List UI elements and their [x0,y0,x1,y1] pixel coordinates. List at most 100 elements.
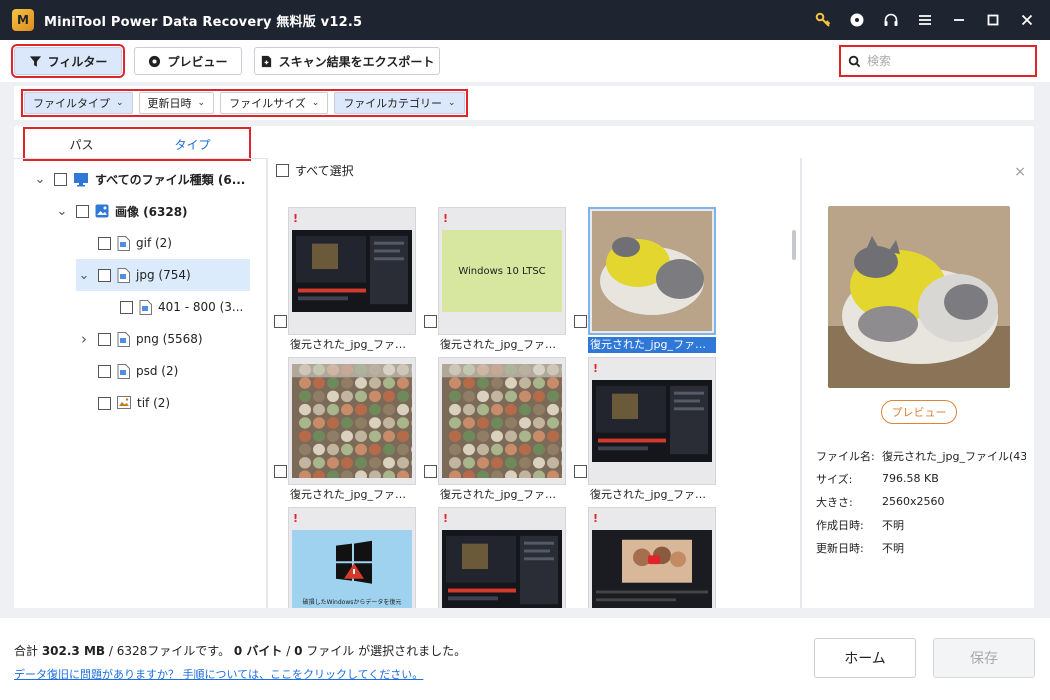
thumbnail-frame[interactable]: ! [288,207,416,335]
thumbnail-item[interactable]: ! 復元された_jpg_ファイル [574,357,724,507]
maximize-icon[interactable] [978,5,1008,35]
thumbnail-frame[interactable]: ! [588,357,716,485]
chevron-right-icon[interactable]: › [76,330,92,348]
filter-dropdown-label: ファイルサイズ [229,97,306,110]
thumbnail-image: 破損したWindowsからデータを復元 [292,530,412,608]
thumbnail-frame[interactable]: ! 破損したWindowsからデータを復元 [288,507,416,608]
tree-item[interactable]: ⌄ 画像 (6328) [54,195,250,227]
total-files: / 6328ファイルです。 [105,644,234,658]
thumbnail-item[interactable]: ! [424,507,574,608]
file-info-row: サイズ: 796.58 KB [816,467,1026,490]
thumbnail-image [292,230,412,312]
tree-item[interactable]: ⌄ jpg (754) [76,259,250,291]
chevron-down-icon[interactable]: ⌄ [32,172,48,187]
file-icon [117,235,130,251]
filter-button[interactable]: フィルター [11,44,125,78]
tree-item-checkbox[interactable] [98,236,111,250]
tree-item-label: jpg (754) [136,268,191,282]
export-button-label: スキャン結果をエクスポート [278,54,435,69]
tree-item[interactable]: tif (2) [76,387,250,419]
scrollbar-thumb[interactable] [792,230,796,260]
file-info-row: 大きさ: 2560x2560 [816,490,1026,513]
thumbnail-item[interactable]: ! [574,507,724,608]
file-info-row: ファイル名: 復元された_jpg_ファイル(438 [816,444,1026,467]
close-icon[interactable] [1012,5,1042,35]
chevron-down-icon[interactable]: ⌄ [76,268,92,283]
thumbnail-item[interactable]: 復元された_jpg_ファイル [574,207,724,357]
tree-item[interactable]: psd (2) [76,355,250,387]
thumbnail-item[interactable]: ! 復元された_jpg_ファイル [424,357,574,507]
view-tabs: パス タイプ [23,127,251,161]
filter-dropdown[interactable]: ファイルカテゴリー ⌄ [334,92,465,114]
thumbnail-caption: 復元された_jpg_ファイル [590,488,716,501]
minimize-icon[interactable] [944,5,974,35]
close-preview-icon[interactable]: × [1014,164,1026,180]
home-button[interactable]: ホーム [814,638,916,678]
tree-item-checkbox[interactable] [98,268,111,282]
headset-icon[interactable] [876,5,906,35]
save-button[interactable]: 保存 [933,638,1035,678]
filter-row: ファイルタイプ ⌄ 更新日時 ⌄ ファイルサイズ ⌄ ファイルカテゴリー ⌄ [14,86,1034,120]
thumbnail-image [592,380,712,462]
chevron-down-icon: ⌄ [197,98,206,108]
filter-dropdown-label: ファイルタイプ [33,97,110,110]
thumbnail-caption: 復元された_jpg_ファイル [440,488,566,501]
tree-item-checkbox[interactable] [98,332,111,346]
thumbnail-frame[interactable]: ! [438,507,566,608]
tree-item[interactable]: ⌄ すべてのファイル種類 (6... [32,163,250,195]
search-box[interactable] [839,45,1037,77]
thumbnail-text: 破損したWindowsからデータを復元 [302,599,402,606]
key-icon[interactable] [808,5,838,35]
filter-dropdown[interactable]: ファイルタイプ ⌄ [24,92,133,114]
thumbnail-checkbox[interactable] [274,315,287,328]
menu-icon[interactable] [910,5,940,35]
filter-dropdown[interactable]: ファイルサイズ ⌄ [220,92,329,114]
details-preview-button[interactable]: プレビュー [881,400,957,424]
tree-item-checkbox[interactable] [98,396,111,410]
select-all[interactable]: すべて選択 [274,162,354,179]
help-link[interactable]: データ復旧に問題がありますか？ 手順については、ここをクリックしてください。 [14,666,423,682]
tree-item[interactable]: 401 - 800 (3... [98,291,250,323]
file-info-key: 大きさ: [816,495,853,509]
tree-item-checkbox[interactable] [76,204,89,218]
tree-item-label: 画像 (6328) [115,204,188,219]
preview-button[interactable]: プレビュー [134,47,242,75]
thumbnail-checkbox[interactable] [424,465,437,478]
thumbnail-frame[interactable]: ! [288,357,423,485]
tree-item[interactable]: › png (5568) [76,323,250,355]
tree-item[interactable]: gif (2) [76,227,250,259]
thumbnail-frame[interactable]: ! Windows 10 LTSC [438,207,566,335]
preview-image [828,206,1010,388]
thumbnail-frame[interactable]: ! [438,357,573,485]
chevron-down-icon[interactable]: ⌄ [54,204,70,219]
thumbnail-checkbox[interactable] [274,465,287,478]
thumbnail-item[interactable]: ! 復元された_jpg_ファイル [274,207,424,357]
thumbnail-checkbox[interactable] [574,315,587,328]
thumbnail-item[interactable]: ! 破損したWindowsからデータを復元 [274,507,424,608]
tree-item-checkbox[interactable] [54,172,67,186]
file-info-key: ファイル名: [816,449,875,463]
thumbnail-caption: 復元された_jpg_ファイル [588,337,716,353]
tab-path[interactable]: パス [26,130,137,158]
search-input[interactable] [867,54,1027,68]
thumbnail-checkbox[interactable] [574,465,587,478]
chevron-down-icon: ⌄ [447,98,456,108]
disc-icon[interactable] [842,5,872,35]
summary-text: 合計 302.3 MB / 6328ファイルです。 0 バイト / 0 ファイル… [14,642,466,659]
filter-dropdown-label: 更新日時 [147,97,192,110]
tree-item-label: すべてのファイル種類 (6... [95,172,246,187]
selected-separator: / [282,644,295,658]
thumbnail-frame[interactable]: ! [588,507,716,608]
export-button[interactable]: スキャン結果をエクスポート [254,47,440,75]
thumbnail-item[interactable]: ! Windows 10 LTSC 復元された_jpg_ファイル [424,207,574,357]
thumbnail-frame[interactable] [588,207,716,335]
file-info-value: 796.58 KB [882,472,939,485]
warning-icon: ! [443,212,449,225]
thumbnail-item[interactable]: ! 復元された_jpg_ファイル [274,357,424,507]
tree-item-checkbox[interactable] [98,364,111,378]
filter-dropdown[interactable]: 更新日時 ⌄ [138,92,215,114]
select-all-checkbox[interactable] [276,164,289,177]
tree-item-checkbox[interactable] [120,300,133,314]
thumbnail-checkbox[interactable] [424,315,437,328]
tab-type[interactable]: タイプ [137,130,248,158]
